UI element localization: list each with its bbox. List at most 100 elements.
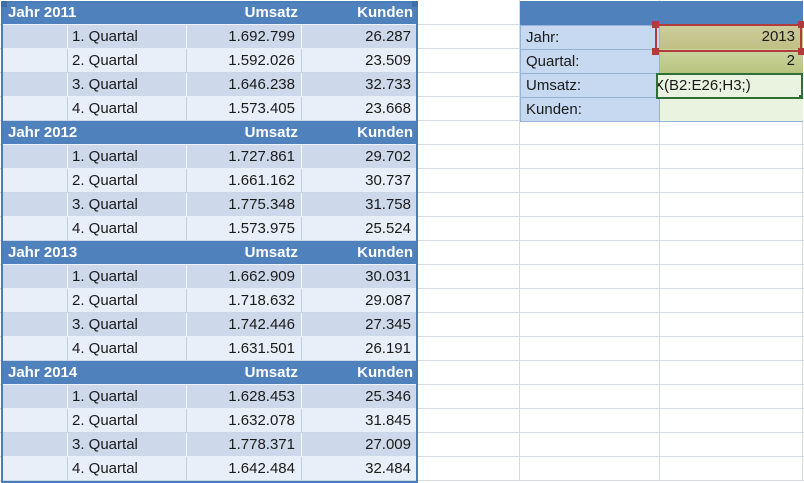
table-row: 3. Quartal 1.646.238 32.733 — [2, 73, 417, 97]
table-row: 1. Quartal 1.692.799 26.287 — [2, 25, 417, 49]
year-header-row: Jahr 2012 Umsatz Kunden — [2, 121, 417, 145]
year-title[interactable]: Jahr 2011 — [2, 1, 187, 24]
cell-spacer[interactable] — [2, 265, 68, 288]
cell-umsatz[interactable]: 1.775.348 — [187, 193, 302, 216]
cell-quartal[interactable]: 1. Quartal — [68, 265, 187, 288]
form-label-quartal[interactable]: Quartal: — [520, 49, 660, 74]
cell-quartal[interactable]: 1. Quartal — [68, 385, 187, 408]
cell-spacer[interactable] — [2, 145, 68, 168]
year-header-row: Jahr 2013 Umsatz Kunden — [2, 241, 417, 265]
cell-umsatz[interactable]: 1.573.975 — [187, 217, 302, 240]
cell-quartal[interactable]: 3. Quartal — [68, 313, 187, 336]
cell-kunden[interactable]: 31.845 — [302, 409, 417, 432]
red-handle-top-right[interactable] — [798, 21, 804, 28]
cell-kunden[interactable]: 32.484 — [302, 457, 417, 480]
table-row: 2. Quartal 1.661.162 30.737 — [2, 169, 417, 193]
form-label-jahr[interactable]: Jahr: — [520, 25, 660, 50]
cell-quartal[interactable]: 2. Quartal — [68, 49, 187, 72]
cell-spacer[interactable] — [2, 433, 68, 456]
cell-kunden[interactable]: 30.031 — [302, 265, 417, 288]
cell-spacer[interactable] — [2, 49, 68, 72]
year-title[interactable]: Jahr 2012 — [2, 121, 187, 144]
cell-spacer[interactable] — [2, 337, 68, 360]
cell-kunden[interactable]: 26.287 — [302, 25, 417, 48]
cell-spacer[interactable] — [2, 457, 68, 480]
cell-quartal[interactable]: 4. Quartal — [68, 97, 187, 120]
table-row: 3. Quartal 1.778.371 27.009 — [2, 433, 417, 457]
cell-kunden[interactable]: 27.009 — [302, 433, 417, 456]
fill-handle[interactable] — [798, 94, 801, 97]
red-handle-bottom-right[interactable] — [798, 48, 804, 55]
column-header-umsatz[interactable]: Umsatz — [187, 1, 302, 24]
cell-kunden[interactable]: 29.702 — [302, 145, 417, 168]
cell-spacer[interactable] — [2, 217, 68, 240]
cell-umsatz[interactable]: 1.662.909 — [187, 265, 302, 288]
cell-umsatz[interactable]: 1.646.238 — [187, 73, 302, 96]
cell-umsatz[interactable]: 1.642.484 — [187, 457, 302, 480]
column-header-umsatz[interactable]: Umsatz — [187, 361, 302, 384]
cell-quartal[interactable]: 1. Quartal — [68, 145, 187, 168]
cell-spacer[interactable] — [2, 409, 68, 432]
cell-spacer[interactable] — [2, 193, 68, 216]
cell-spacer[interactable] — [2, 73, 68, 96]
cell-kunden[interactable]: 31.758 — [302, 193, 417, 216]
cell-quartal[interactable]: 3. Quartal — [68, 193, 187, 216]
column-header-kunden[interactable]: Kunden — [302, 361, 417, 384]
cell-quartal[interactable]: 4. Quartal — [68, 217, 187, 240]
table-row: 2. Quartal 1.632.078 31.845 — [2, 409, 417, 433]
form-value-quartal[interactable]: 2 — [660, 49, 803, 73]
cell-umsatz[interactable]: 1.592.026 — [187, 49, 302, 72]
cell-umsatz[interactable]: 1.778.371 — [187, 433, 302, 456]
cell-umsatz[interactable]: 1.628.453 — [187, 385, 302, 408]
cell-quartal[interactable]: 1. Quartal — [68, 25, 187, 48]
cell-kunden[interactable]: 23.509 — [302, 49, 417, 72]
cell-quartal[interactable]: 4. Quartal — [68, 457, 187, 480]
form-header-band[interactable] — [520, 1, 803, 25]
year-title[interactable]: Jahr 2013 — [2, 241, 187, 264]
cell-umsatz[interactable]: 1.632.078 — [187, 409, 302, 432]
column-header-kunden[interactable]: Kunden — [302, 241, 417, 264]
cell-spacer[interactable] — [2, 313, 68, 336]
cell-quartal[interactable]: 2. Quartal — [68, 169, 187, 192]
year-title[interactable]: Jahr 2014 — [2, 361, 187, 384]
form-label-kunden[interactable]: Kunden: — [520, 97, 660, 122]
cell-umsatz[interactable]: 1.742.446 — [187, 313, 302, 336]
column-header-kunden[interactable]: Kunden — [302, 121, 417, 144]
cell-umsatz[interactable]: 1.692.799 — [187, 25, 302, 48]
formula-edit-cell[interactable]: X(B2:E26;H3;) — [656, 73, 803, 99]
cell-spacer[interactable] — [2, 25, 68, 48]
form-value-kunden[interactable] — [660, 97, 803, 122]
cell-quartal[interactable]: 2. Quartal — [68, 409, 187, 432]
cell-umsatz[interactable]: 1.573.405 — [187, 97, 302, 120]
cell-kunden[interactable]: 26.191 — [302, 337, 417, 360]
cell-kunden[interactable]: 32.733 — [302, 73, 417, 96]
cell-umsatz[interactable]: 1.661.162 — [187, 169, 302, 192]
cell-kunden[interactable]: 23.668 — [302, 97, 417, 120]
reference-handle-top-left[interactable] — [1, 1, 7, 7]
cell-umsatz[interactable]: 1.631.501 — [187, 337, 302, 360]
cell-spacer[interactable] — [2, 385, 68, 408]
red-handle-top-left[interactable] — [652, 21, 659, 28]
red-handle-bottom-left[interactable] — [652, 48, 659, 55]
cell-umsatz[interactable]: 1.727.861 — [187, 145, 302, 168]
column-header-umsatz[interactable]: Umsatz — [187, 241, 302, 264]
column-header-umsatz[interactable]: Umsatz — [187, 121, 302, 144]
reference-handle-top-right[interactable] — [412, 1, 418, 7]
cell-quartal[interactable]: 3. Quartal — [68, 73, 187, 96]
form-value-jahr[interactable]: 2013 — [660, 25, 803, 49]
form-label-umsatz[interactable]: Umsatz: — [520, 73, 660, 98]
cell-spacer[interactable] — [2, 97, 68, 120]
cell-kunden[interactable]: 25.346 — [302, 385, 417, 408]
cell-kunden[interactable]: 25.524 — [302, 217, 417, 240]
cell-kunden[interactable]: 30.737 — [302, 169, 417, 192]
cell-spacer[interactable] — [2, 289, 68, 312]
cell-spacer[interactable] — [2, 169, 68, 192]
column-header-kunden[interactable]: Kunden — [302, 1, 417, 24]
cell-quartal[interactable]: 4. Quartal — [68, 337, 187, 360]
cell-quartal[interactable]: 2. Quartal — [68, 289, 187, 312]
cell-quartal[interactable]: 3. Quartal — [68, 433, 187, 456]
cell-umsatz[interactable]: 1.718.632 — [187, 289, 302, 312]
cell-kunden[interactable]: 29.087 — [302, 289, 417, 312]
cell-kunden[interactable]: 27.345 — [302, 313, 417, 336]
formula-text: X(B2:E26;H3;) — [656, 77, 751, 94]
